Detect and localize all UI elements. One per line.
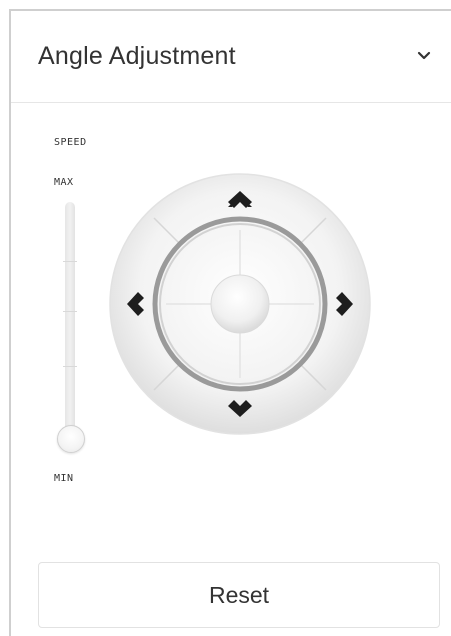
panel-title: Angle Adjustment <box>38 42 236 70</box>
speed-min-label: MIN <box>54 473 74 484</box>
reset-button[interactable]: Reset <box>38 562 440 628</box>
speed-slider-track[interactable] <box>65 202 75 438</box>
chevron-down-icon[interactable] <box>415 47 433 65</box>
direction-joystick[interactable] <box>108 172 372 436</box>
slider-tick <box>63 311 77 312</box>
joystick-knob[interactable] <box>210 274 270 334</box>
slider-tick <box>63 261 77 262</box>
panel-header[interactable]: Angle Adjustment <box>11 11 451 103</box>
speed-label: SPEED <box>54 137 87 148</box>
slider-tick <box>63 366 77 367</box>
angle-adjustment-panel: Angle Adjustment SPEED MAX MIN Reset <box>9 9 451 636</box>
speed-max-label: MAX <box>54 177 74 188</box>
speed-slider-thumb[interactable] <box>57 425 85 453</box>
reset-button-label: Reset <box>208 581 270 608</box>
